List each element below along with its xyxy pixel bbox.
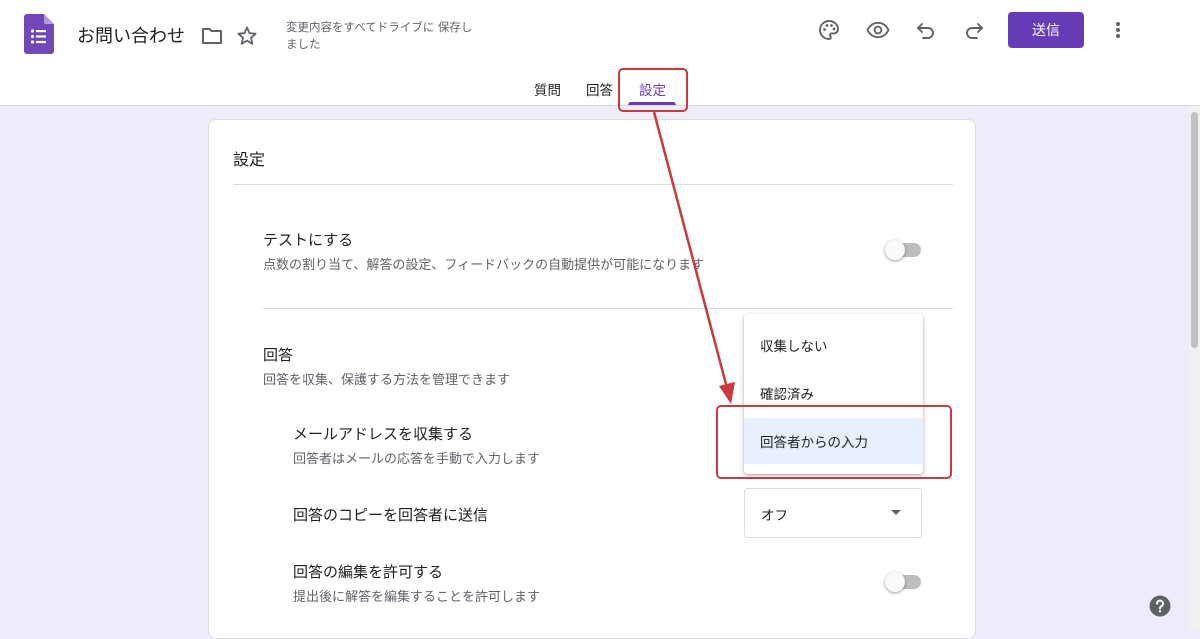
more-vert-icon[interactable] bbox=[1106, 18, 1130, 42]
settings-title: 設定 bbox=[233, 150, 266, 169]
dropdown-arrow-icon bbox=[891, 510, 901, 515]
page-scrollbar[interactable] bbox=[1189, 106, 1200, 630]
settings-tab-annotation-box bbox=[618, 68, 688, 112]
forms-logo-icon[interactable] bbox=[24, 14, 54, 54]
allow-edit-description: 提出後に解答を編集することを許可します bbox=[293, 590, 541, 605]
collect-email-title: メールアドレスを収集する bbox=[293, 425, 474, 443]
quiz-setting-title: テストにする bbox=[263, 231, 354, 249]
app-header: お問い合わせ 変更内容をすべてドライブに 保存しました 送信 質問 回答 設定 bbox=[0, 0, 1200, 106]
responder-input-annotation-box bbox=[716, 405, 952, 479]
toggle-thumb bbox=[885, 240, 905, 260]
settings-title-divider bbox=[233, 184, 953, 185]
form-title[interactable]: お問い合わせ bbox=[77, 22, 185, 48]
collect-email-description: 回答者はメールの応答を手動で入力します bbox=[293, 452, 541, 467]
save-status: 変更内容をすべてドライブに 保存しました bbox=[286, 20, 473, 51]
undo-icon[interactable] bbox=[914, 18, 938, 42]
folder-icon[interactable] bbox=[200, 24, 224, 48]
responses-section-description: 回答を収集、保護する方法を管理できます bbox=[263, 373, 511, 388]
scrollbar-thumb[interactable] bbox=[1191, 112, 1198, 348]
quiz-setting-description: 点数の割り当て、解答の設定、フィードバックの自動提供が可能になります bbox=[263, 258, 705, 273]
star-icon[interactable] bbox=[235, 24, 259, 48]
allow-edit-title: 回答の編集を許可する bbox=[293, 563, 444, 581]
allow-edit-toggle[interactable] bbox=[885, 572, 921, 592]
menu-option-do-not-collect[interactable]: 収集しない bbox=[744, 322, 923, 368]
palette-icon[interactable] bbox=[817, 18, 841, 42]
quiz-section-divider bbox=[263, 308, 953, 309]
help-icon[interactable] bbox=[1149, 595, 1171, 617]
responses-section-title: 回答 bbox=[263, 346, 294, 364]
tab-responses[interactable]: 回答 bbox=[586, 79, 613, 99]
send-copy-title: 回答のコピーを回答者に送信 bbox=[293, 506, 489, 524]
send-copy-select[interactable]: オフ bbox=[744, 488, 922, 538]
preview-eye-icon[interactable] bbox=[866, 18, 890, 42]
redo-icon[interactable] bbox=[962, 18, 986, 42]
tab-questions[interactable]: 質問 bbox=[534, 79, 561, 99]
quiz-toggle[interactable] bbox=[885, 240, 921, 260]
send-button[interactable]: 送信 bbox=[1008, 12, 1084, 48]
toggle-thumb bbox=[885, 572, 905, 592]
send-copy-select-value: オフ bbox=[761, 508, 788, 524]
